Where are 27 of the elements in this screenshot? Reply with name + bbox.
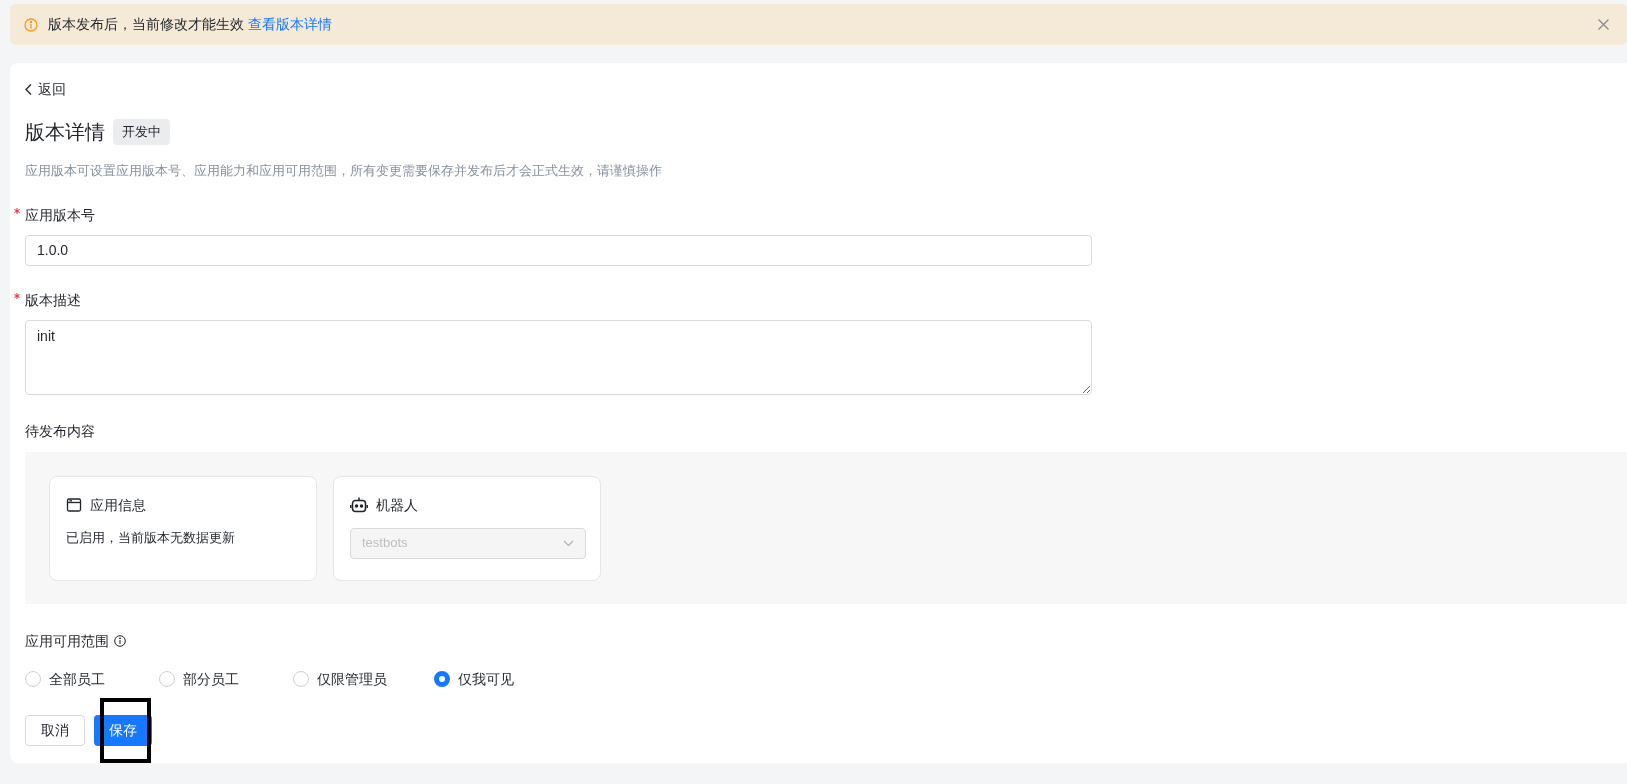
card-title: 机器人	[376, 495, 418, 515]
scope-radio[interactable]: 仅限管理员	[293, 668, 434, 690]
section-label: 应用可用范围	[25, 631, 109, 651]
scope-radio[interactable]: 全部员工	[25, 668, 159, 690]
cancel-button[interactable]: 取消	[25, 714, 85, 746]
version-details-link[interactable]: 查看版本详情	[248, 14, 332, 35]
status-tag: 开发中	[113, 119, 170, 145]
notice-text: 版本发布后，当前修改才能生效	[48, 15, 244, 34]
chevron-down-icon	[563, 539, 574, 547]
back-button[interactable]: 返回	[25, 79, 66, 100]
field-label: 应用版本号	[25, 205, 95, 225]
info-icon	[24, 17, 38, 32]
section-label: 待发布内容	[25, 421, 96, 441]
scope-radio[interactable]: 仅我可见	[434, 668, 568, 690]
page-title: 版本详情	[25, 120, 105, 145]
info-icon	[114, 635, 126, 647]
card-title: 应用信息	[90, 495, 146, 515]
scope-radio[interactable]: 部分员工	[159, 668, 293, 690]
card-text: 已启用，当前版本无数据更新	[66, 528, 236, 547]
window-icon	[66, 497, 82, 513]
chevron-left-icon	[25, 84, 32, 95]
version-input[interactable]: 1.0.0	[25, 234, 1092, 266]
close-icon[interactable]	[1598, 19, 1609, 30]
page-description: 应用版本可设置应用版本号、应用能力和应用可用范围，所有变更需要保存并发布后才会正式生效，请谨慎操作	[25, 162, 663, 180]
description-textarea[interactable]: init	[25, 319, 1092, 395]
field-label: 版本描述	[25, 290, 81, 310]
robot-icon	[350, 496, 368, 514]
